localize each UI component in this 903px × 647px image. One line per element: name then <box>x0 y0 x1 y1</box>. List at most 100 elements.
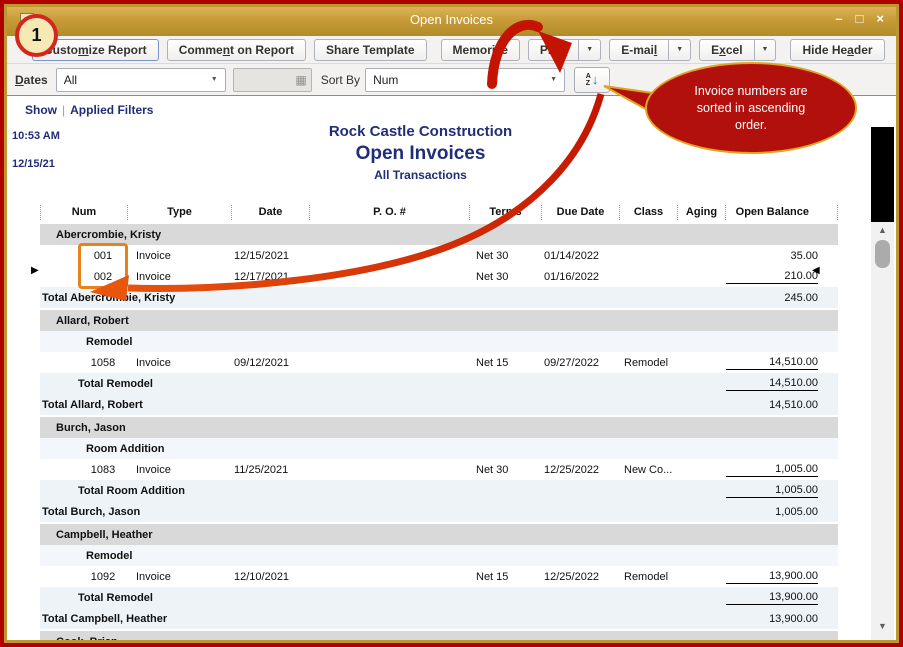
invoice-row[interactable]: 1058 Invoice 09/12/2021 Net 15 09/27/202… <box>40 352 838 373</box>
cell-due-date: 01/16/2022 <box>542 271 620 283</box>
chevron-down-icon: ▼ <box>586 46 593 53</box>
email-button[interactable]: E-mail <box>609 39 669 61</box>
highlight-box-invoice-numbers <box>78 243 128 289</box>
filters-separator: | <box>57 103 70 117</box>
cell-type: Invoice <box>128 250 232 262</box>
column-header-po[interactable]: P. O. # <box>310 205 470 220</box>
table-header-row: Num Type Date P. O. # Terms Due Date Cla… <box>40 202 838 222</box>
scroll-up-button[interactable]: ▲ <box>871 222 894 238</box>
customer-total-row: Total Abercrombie, Kristy 245.00 <box>40 287 838 308</box>
column-header-date[interactable]: Date <box>232 205 310 220</box>
title-bar: ▼ Open Invoices – □ × <box>7 7 896 36</box>
customer-total-row: Total Campbell, Heather 13,900.00 <box>40 608 838 629</box>
cell-num: 1058 <box>78 357 128 369</box>
row-pointer-right-icon: ▶ <box>31 265 39 276</box>
cell-open-balance: 1,005.00 <box>726 484 838 498</box>
scroll-up-icon: ▲ <box>878 225 887 235</box>
email-dropdown-button[interactable]: ▼ <box>669 39 691 61</box>
application-window: ▼ Open Invoices – □ × Customize Report C… <box>0 0 903 647</box>
scrollbar-thumb[interactable] <box>875 240 890 268</box>
applied-filters-link[interactable]: Applied Filters <box>70 103 153 117</box>
scroll-down-icon: ▼ <box>878 621 887 631</box>
sort-az-icon: AZ <box>586 73 591 87</box>
invoice-row[interactable]: 001 Invoice 12/15/2021 Net 30 01/14/2022… <box>40 245 838 266</box>
customer-group-row: Burch, Jason <box>40 417 838 438</box>
column-header-type[interactable]: Type <box>128 205 232 220</box>
show-link[interactable]: Show <box>25 103 57 117</box>
cell-due-date: 09/27/2022 <box>542 357 620 369</box>
cell-date: 12/17/2021 <box>232 271 310 283</box>
memorize-button[interactable]: Memorize <box>441 39 520 61</box>
sort-by-select[interactable]: Num ▼ <box>365 68 565 92</box>
step-number-badge: 1 <box>15 14 58 57</box>
cell-class: New Co... <box>620 464 678 476</box>
customer-total-row: Total Burch, Jason 1,005.00 <box>40 501 838 522</box>
date-input: ▦ <box>233 68 312 92</box>
job-total-row: Total Remodel 14,510.00 <box>40 373 838 394</box>
column-header-open-balance[interactable]: Open Balance <box>726 205 838 220</box>
column-header-class[interactable]: Class <box>620 205 678 220</box>
column-header-terms[interactable]: Terms <box>470 205 542 220</box>
row-pointer-left-icon: ◀ <box>812 265 820 276</box>
cell-type: Invoice <box>128 271 232 283</box>
excel-button[interactable]: Excel <box>699 39 754 61</box>
cell-type: Invoice <box>128 571 232 583</box>
customer-group-row: Abercrombie, Kristy <box>40 224 838 245</box>
maximize-button[interactable]: □ <box>856 11 864 26</box>
sort-by-select-value: Num <box>373 73 398 87</box>
cell-terms: Net 30 <box>470 250 542 262</box>
cell-terms: Net 30 <box>470 464 542 476</box>
invoice-row[interactable]: 1092 Invoice 12/10/2021 Net 15 12/25/202… <box>40 566 838 587</box>
cell-type: Invoice <box>128 464 232 476</box>
chevron-down-icon: ▼ <box>211 76 218 83</box>
report-subtitle: All Transactions <box>7 168 834 182</box>
cell-open-balance: 35.00 <box>726 250 838 262</box>
dates-select-value: All <box>64 73 77 87</box>
job-group-row: Remodel <box>40 545 838 566</box>
cell-due-date: 12/25/2022 <box>542 571 620 583</box>
calendar-icon[interactable]: ▦ <box>295 73 306 87</box>
cell-type: Invoice <box>128 357 232 369</box>
minimize-button[interactable]: – <box>835 11 842 26</box>
print-button[interactable]: Print <box>528 39 579 61</box>
share-template-button[interactable]: Share Template <box>314 39 426 61</box>
column-header-due-date[interactable]: Due Date <box>542 205 620 220</box>
cell-open-balance: 245.00 <box>726 292 838 304</box>
column-header-num[interactable]: Num <box>40 205 128 220</box>
excel-dropdown-button[interactable]: ▼ <box>755 39 777 61</box>
report-toolbar: Customize Report Comment on Report Share… <box>7 36 896 64</box>
cell-date: 09/12/2021 <box>232 357 310 369</box>
black-redaction-block <box>871 127 894 222</box>
scroll-down-button[interactable]: ▼ <box>871 618 894 634</box>
customer-group-row: Cook, Brian <box>40 631 838 640</box>
invoice-row[interactable]: 002 Invoice 12/17/2021 Net 30 01/16/2022… <box>40 266 838 287</box>
window-title: Open Invoices <box>7 12 896 27</box>
invoice-row[interactable]: 1083 Invoice 11/25/2021 Net 30 12/25/202… <box>40 459 838 480</box>
job-total-row: Total Remodel 13,900.00 <box>40 587 838 608</box>
dates-label: Dates <box>15 73 48 87</box>
print-dropdown-button[interactable]: ▼ <box>579 39 601 61</box>
sort-ascending-button[interactable]: AZ ↓ <box>574 67 610 93</box>
column-header-aging[interactable]: Aging <box>678 205 726 220</box>
cell-due-date: 12/25/2022 <box>542 464 620 476</box>
cell-date: 12/15/2021 <box>232 250 310 262</box>
job-group-row: Room Addition <box>40 438 838 459</box>
cell-date: 11/25/2021 <box>232 464 310 476</box>
cell-open-balance: 210.00 <box>726 270 838 284</box>
cell-num: 1092 <box>78 571 128 583</box>
open-invoices-table: Num Type Date P. O. # Terms Due Date Cla… <box>40 202 838 640</box>
vertical-scrollbar[interactable]: ▲ ▼ <box>871 222 894 640</box>
cell-num: 1083 <box>78 464 128 476</box>
cell-open-balance: 1,005.00 <box>726 463 838 477</box>
dates-select[interactable]: All ▼ <box>56 68 226 92</box>
cell-terms: Net 15 <box>470 571 542 583</box>
cell-open-balance: 13,900.00 <box>726 570 838 584</box>
close-button[interactable]: × <box>876 11 884 26</box>
comment-on-report-button[interactable]: Comment on Report <box>167 39 306 61</box>
hide-header-button[interactable]: Hide Header <box>790 39 884 61</box>
sort-down-arrow-icon: ↓ <box>592 73 599 86</box>
cell-open-balance: 14,510.00 <box>726 356 838 370</box>
report-canvas: Show|Applied Filters 10:53 AM 12/15/21 R… <box>7 96 896 640</box>
cell-open-balance: 13,900.00 <box>726 591 838 605</box>
cell-date: 12/10/2021 <box>232 571 310 583</box>
